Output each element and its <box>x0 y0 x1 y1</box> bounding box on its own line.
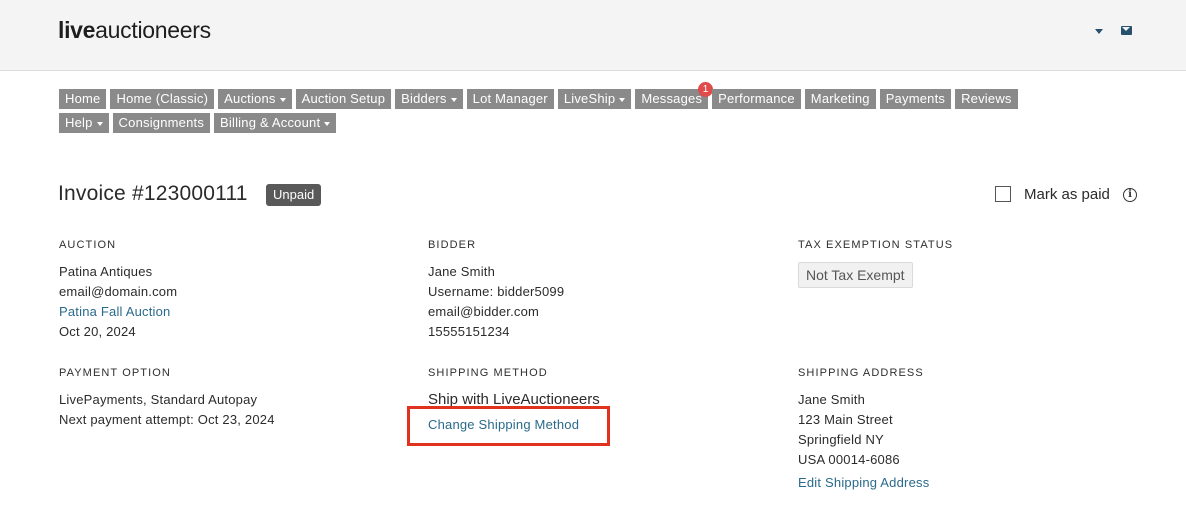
next-payment-attempt: Next payment attempt: Oct 23, 2024 <box>59 412 275 427</box>
nav-button-label: Auction Setup <box>301 91 386 106</box>
nav-help-button[interactable]: Help <box>59 113 109 133</box>
nav-bidders-button[interactable]: Bidders <box>395 89 463 109</box>
nav-button-label: Marketing <box>810 91 870 106</box>
nav-consignments-button[interactable]: Consignments <box>112 113 211 133</box>
nav-button-label: Reviews <box>961 91 1012 106</box>
mark-as-paid-checkbox[interactable] <box>995 186 1011 202</box>
caret-down-icon <box>324 121 331 126</box>
ship-to-city: Springfield NY <box>798 432 884 447</box>
nav-liveship-button[interactable]: LiveShip <box>557 89 632 109</box>
main-navigation: Home Home (Classic) Auctions Auction Setup B… <box>59 82 1139 137</box>
nav-button-label: LiveShip <box>563 91 616 106</box>
envelope-icon[interactable] <box>1121 26 1132 35</box>
payment-option-section: PAYMENT OPTION LivePayments, Standard Au… <box>59 367 275 430</box>
ship-to-name: Jane Smith <box>798 392 866 407</box>
nav-button-label: Help <box>65 115 93 130</box>
status-badge: Unpaid <box>266 184 322 206</box>
payment-option-heading: PAYMENT OPTION <box>59 367 171 379</box>
caret-down-icon <box>96 121 103 126</box>
nav-button-label: Messages <box>641 91 703 106</box>
nav-button-label: Payments <box>885 91 946 106</box>
nav-button-label: Performance <box>718 91 795 106</box>
nav-row-secondary: Help Consignments Billing & Account <box>59 113 1139 133</box>
auction-house-name: Patina Antiques <box>59 264 153 279</box>
auction-name-link[interactable]: Patina Fall Auction <box>59 302 177 322</box>
payment-method: LivePayments, Standard Autopay <box>59 392 258 407</box>
bidder-phone: 15555151234 <box>428 324 510 339</box>
nav-auction-setup-button[interactable]: Auction Setup <box>295 89 392 109</box>
liveauctioneers-logo[interactable]: liveauctioneers <box>58 17 211 44</box>
nav-button-label: Billing & Account <box>220 115 321 130</box>
edit-shipping-address-link[interactable]: Edit Shipping Address <box>798 475 929 490</box>
chevron-down-icon[interactable] <box>1095 29 1103 34</box>
bidder-name: Jane Smith <box>428 264 496 279</box>
shipping-address-heading: SHIPPING ADDRESS <box>798 367 924 379</box>
nav-button-label: Auctions <box>224 91 276 106</box>
nav-payments-button[interactable]: Payments <box>879 89 952 109</box>
top-header: liveauctioneers <box>0 0 1186 71</box>
nav-messages-button[interactable]: Messages 1 <box>635 82 714 109</box>
auction-date: Oct 20, 2024 <box>59 324 136 339</box>
shipping-method-heading: SHIPPING METHOD <box>428 367 548 379</box>
caret-down-icon <box>619 97 626 102</box>
nav-auctions-button[interactable]: Auctions <box>218 89 292 109</box>
nav-button-label: Lot Manager <box>472 91 548 106</box>
tax-status-pill: Not Tax Exempt <box>798 262 913 288</box>
nav-billing-and-account-button[interactable]: Billing & Account <box>214 113 337 133</box>
mark-as-paid-label[interactable]: Mark as paid <box>1024 186 1110 203</box>
caret-down-icon <box>450 97 457 102</box>
ship-to-country-zip: USA 00014-6086 <box>798 452 900 467</box>
nav-home-button[interactable]: Home <box>59 89 107 109</box>
tax-exemption-heading: TAX EXEMPTION STATUS <box>798 239 954 251</box>
tax-exemption-section: TAX EXEMPTION STATUS Not Tax Exempt <box>798 239 953 288</box>
auction-heading: AUCTION <box>59 239 117 251</box>
shipping-address-section: SHIPPING ADDRESS Jane Smith 123 Main Str… <box>798 367 924 470</box>
nav-button-label: Home (Classic) <box>116 91 209 106</box>
page-title: Invoice #123000111 <box>58 182 248 205</box>
nav-button-label: Home <box>65 91 101 106</box>
bidder-email: email@bidder.com <box>428 304 540 319</box>
auction-house-email: email@domain.com <box>59 284 178 299</box>
info-icon[interactable]: i <box>1123 188 1137 202</box>
nav-button-label: Bidders <box>401 91 447 106</box>
auction-section: AUCTION Patina Antiques email@domain.com… <box>59 239 177 342</box>
nav-row-primary: Home Home (Classic) Auctions Auction Setup B… <box>59 82 1139 109</box>
ship-to-street: 123 Main Street <box>798 412 893 427</box>
notification-badge: 1 <box>698 82 714 97</box>
logo-bold-text: live <box>58 17 96 43</box>
caret-down-icon <box>279 97 286 102</box>
nav-performance-button[interactable]: Performance <box>712 89 801 109</box>
bidder-username: Username: bidder5099 <box>428 284 565 299</box>
nav-reviews-button[interactable]: Reviews <box>955 89 1018 109</box>
change-shipping-method-link[interactable]: Change Shipping Method <box>428 417 579 432</box>
bidder-section: BIDDER Jane Smith Username: bidder5099 e… <box>428 239 564 342</box>
nav-button-label: Consignments <box>118 115 205 130</box>
bidder-heading: BIDDER <box>428 239 477 251</box>
nav-marketing-button[interactable]: Marketing <box>804 89 876 109</box>
shipping-method-section: SHIPPING METHOD Ship with LiveAuctioneer… <box>428 367 600 410</box>
logo-light-text: auctioneers <box>95 17 211 43</box>
nav-home-classic-button[interactable]: Home (Classic) <box>110 89 215 109</box>
nav-lot-manager-button[interactable]: Lot Manager <box>466 89 554 109</box>
